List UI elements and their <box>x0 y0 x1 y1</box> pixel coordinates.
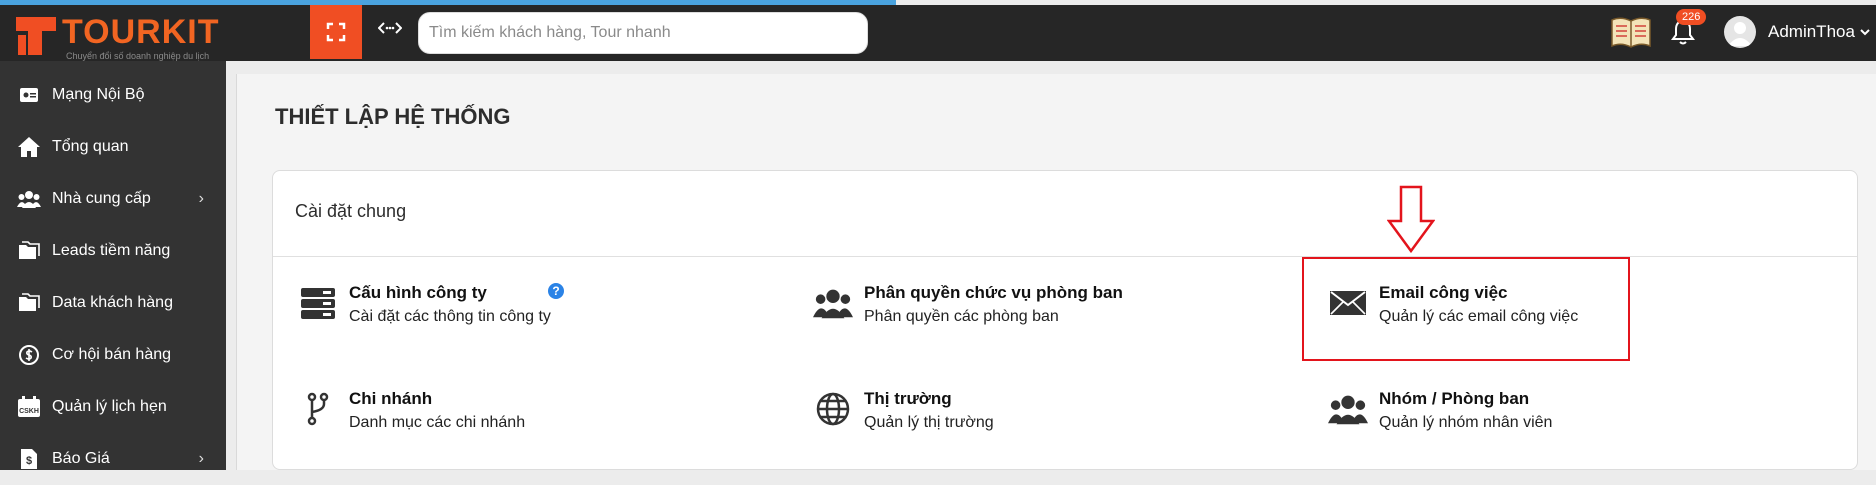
sidebar-item-label: Quản lý lịch hẹn <box>52 398 167 415</box>
tile-description: Quản lý thị trường <box>864 414 994 431</box>
arrows-horizontal-icon[interactable] <box>378 18 402 38</box>
tile-description: Cài đặt các thông tin công ty <box>349 308 551 325</box>
server-icon <box>298 283 338 323</box>
sidebar-item-label: Tổng quan <box>52 138 129 155</box>
chevron-right-icon: › <box>198 190 204 207</box>
notification-badge: 226 <box>1676 9 1707 25</box>
dollar-circle-icon <box>16 342 42 368</box>
svg-text:CSKH: CSKH <box>19 408 39 415</box>
sidebar-item-customer-data[interactable]: Data khách hàng <box>0 277 226 329</box>
tile-description: Phân quyền các phòng ban <box>864 308 1059 325</box>
sidebar-item-label: Cơ hội bán hàng <box>52 346 172 363</box>
tile-title: Phân quyền chức vụ phòng ban <box>864 283 1123 302</box>
sidebar-item-leads[interactable]: Leads tiềm năng <box>0 225 226 277</box>
help-icon[interactable]: ? <box>548 283 564 299</box>
expand-icon <box>326 22 346 42</box>
branch-icon <box>298 389 338 429</box>
logo-mark-icon <box>16 17 56 55</box>
globe-icon <box>813 389 853 429</box>
tile-description: Danh mục các chi nhánh <box>349 414 526 431</box>
book-icon[interactable] <box>1610 14 1652 50</box>
tile-title: Nhóm / Phòng ban <box>1379 389 1530 408</box>
tile-markets[interactable]: Thị trường Quản lý thị trường <box>813 389 1253 459</box>
tile-title: Cấu hình công ty <box>349 283 487 302</box>
users-icon <box>813 283 853 323</box>
tile-description: Quản lý nhóm nhân viên <box>1379 414 1553 431</box>
user-menu[interactable]: AdminThoa <box>1768 22 1871 42</box>
chevron-down-icon <box>1860 29 1870 36</box>
highlight-box <box>1302 257 1630 361</box>
tile-branches[interactable]: Chi nhánh Danh mục các chi nhánh <box>298 389 738 459</box>
sidebar: Mạng Nội Bộ Tổng quan Nhà cung cấp › Lea… <box>0 61 226 470</box>
sidebar-item-label: Nhà cung cấp <box>52 190 151 207</box>
id-card-icon <box>16 82 42 108</box>
tile-title: Thị trường <box>864 389 952 408</box>
search-input[interactable] <box>418 12 868 54</box>
folders-icon <box>16 290 42 316</box>
tile-company-config[interactable]: Cấu hình công ty Cài đặt các thông tin c… <box>298 283 738 353</box>
sidebar-item-appointments[interactable]: CSKH Quản lý lịch hẹn <box>0 381 226 433</box>
sidebar-item-label: Mạng Nội Bộ <box>52 86 145 103</box>
invoice-icon: $ <box>16 446 42 472</box>
tile-groups-departments[interactable]: Nhóm / Phòng ban Quản lý nhóm nhân viên <box>1328 389 1768 459</box>
loading-progress-bar <box>0 0 896 5</box>
fullscreen-button[interactable] <box>310 5 362 59</box>
sidebar-item-label: Báo Giá <box>52 450 110 467</box>
card-title: Cài đặt chung <box>295 201 407 221</box>
folders-icon <box>16 238 42 264</box>
users-icon <box>16 186 42 212</box>
sidebar-item-sales-opportunities[interactable]: Cơ hội bán hàng <box>0 329 226 381</box>
sidebar-item-quotes[interactable]: $ Báo Giá › <box>0 433 226 485</box>
chevron-right-icon: › <box>198 450 204 467</box>
tile-title: Chi nhánh <box>349 389 433 408</box>
top-navbar: TOURKIT Chuyển đổi số doanh nghiệp du lị… <box>0 5 1876 61</box>
logo-text: TOURKIT <box>62 13 220 51</box>
user-avatar-icon <box>1728 22 1752 46</box>
sidebar-item-label: Leads tiềm năng <box>52 242 171 259</box>
home-icon <box>16 134 42 160</box>
page-title: THIẾT LẬP HỆ THỐNG <box>275 104 511 129</box>
logo-tagline: Chuyển đổi số doanh nghiệp du lịch <box>66 51 210 61</box>
users-icon <box>1328 389 1368 429</box>
svg-text:$: $ <box>26 455 32 467</box>
calendar-icon: CSKH <box>16 394 42 420</box>
avatar[interactable] <box>1724 16 1756 48</box>
arrow-down-icon <box>1387 185 1435 253</box>
sidebar-item-internal-network[interactable]: Mạng Nội Bộ <box>0 69 226 121</box>
tile-department-permissions[interactable]: Phân quyền chức vụ phòng ban Phân quyền … <box>813 283 1253 353</box>
sidebar-item-suppliers[interactable]: Nhà cung cấp › <box>0 173 226 225</box>
sidebar-item-label: Data khách hàng <box>52 294 173 311</box>
sidebar-item-overview[interactable]: Tổng quan <box>0 121 226 173</box>
user-name: AdminThoa <box>1768 22 1855 41</box>
